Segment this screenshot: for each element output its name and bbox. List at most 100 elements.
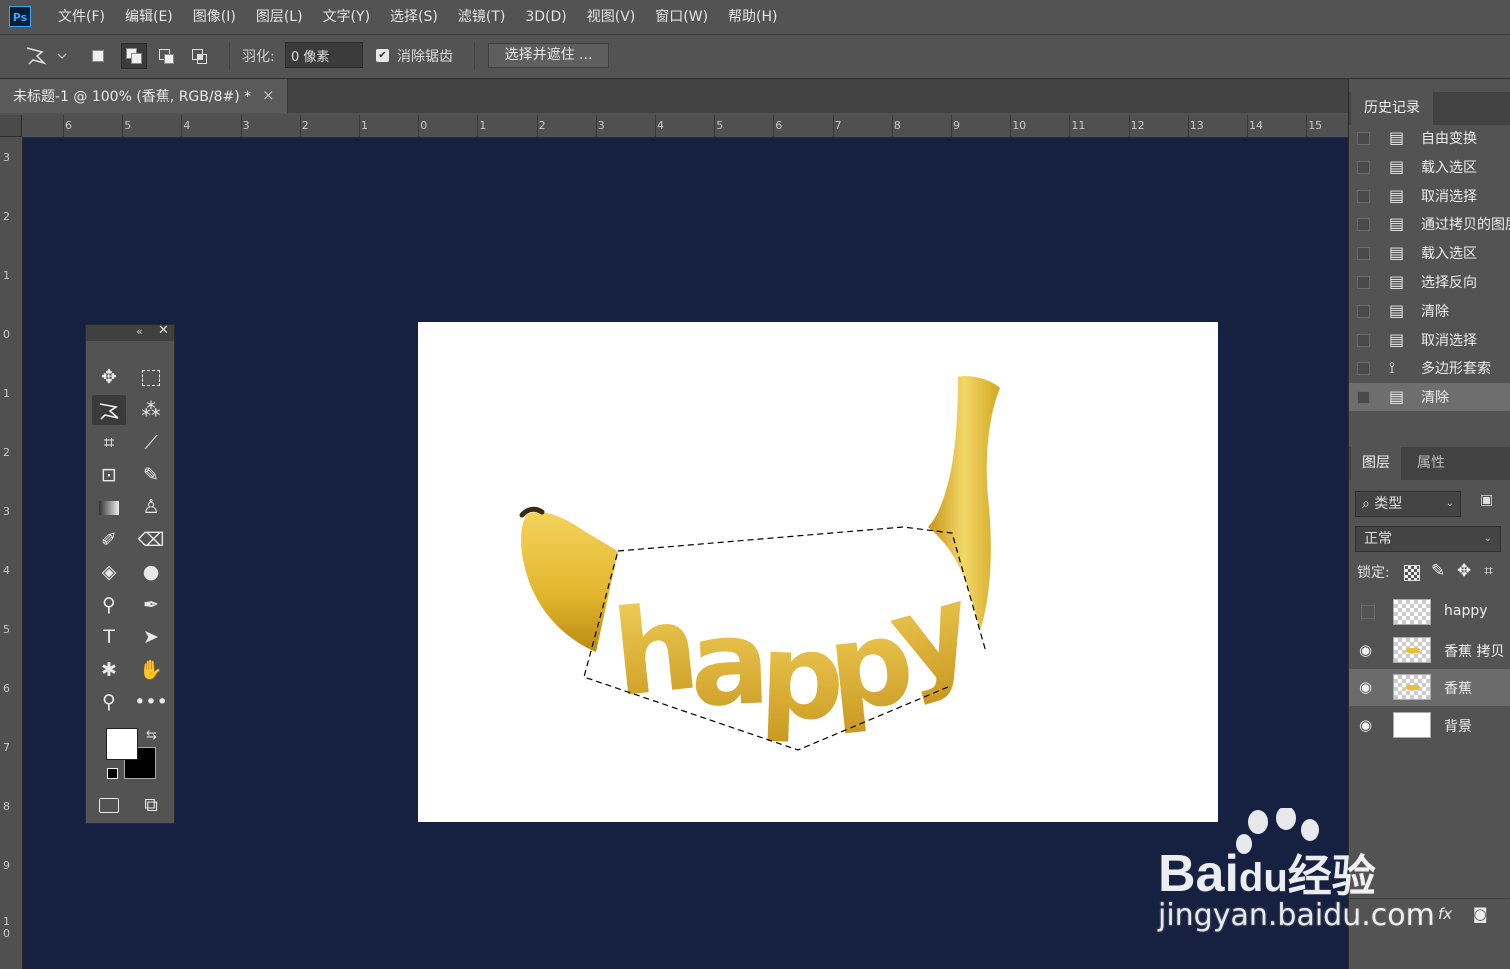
history-item[interactable]: ▤ 载入选区	[1349, 153, 1510, 181]
new-selection-button[interactable]	[86, 43, 110, 69]
menu-item[interactable]: 3D(D)	[515, 0, 576, 34]
crop-tool-icon[interactable]: ⌗	[92, 428, 126, 458]
menu-item[interactable]: 视图(V)	[577, 0, 646, 34]
image-filter-icon[interactable]: ▣	[1480, 492, 1498, 514]
polygonal-lasso-tool-icon[interactable]	[92, 395, 126, 425]
add-mask-icon[interactable]: ◙	[1473, 905, 1488, 923]
frame-tool-icon[interactable]: ⊡	[92, 460, 126, 490]
swap-colors-icon[interactable]: ⇆	[146, 728, 157, 743]
ruler-tick	[655, 115, 656, 137]
blend-mode-select[interactable]: 正常 ⌄	[1355, 526, 1501, 552]
layer-row[interactable]: happy	[1349, 594, 1510, 631]
history-item[interactable]: ▤ 清除	[1349, 383, 1510, 412]
vertical-ruler[interactable]: 321012345678910	[0, 137, 23, 969]
history-item[interactable]: ▤ 自由变换	[1349, 124, 1510, 152]
watermark-url: jingyan.baidu.com	[1158, 898, 1435, 933]
document-canvas[interactable]: h a p p y	[418, 322, 1218, 822]
layer-thumbnail	[1393, 711, 1431, 738]
menu-item[interactable]: 文件(F)	[48, 0, 115, 34]
history-snapshot-checkbox[interactable]	[1357, 160, 1370, 174]
menu-item[interactable]: 文字(Y)	[313, 0, 380, 34]
more-tools-icon[interactable]: •••	[134, 687, 168, 717]
eye-icon[interactable]: ◉	[1359, 678, 1372, 696]
menu-item[interactable]: 窗口(W)	[645, 0, 718, 34]
shape-tool-icon[interactable]: ✱	[92, 655, 126, 685]
layer-style-button[interactable]: fx	[1438, 905, 1452, 923]
marquee-tool-icon[interactable]	[134, 362, 168, 392]
eraser-tool-icon[interactable]: ⌫	[134, 525, 168, 555]
polygonal-lasso-tool-preset-icon[interactable]	[24, 45, 68, 72]
visibility-toggle[interactable]	[1361, 605, 1375, 619]
lock-transparency-icon[interactable]	[1404, 565, 1420, 581]
toolbox-header[interactable]: « ✕	[86, 323, 174, 341]
ruler-tick-label: 2	[538, 119, 546, 132]
history-item[interactable]: ▤ 取消选择	[1349, 182, 1510, 210]
history-snapshot-checkbox[interactable]	[1357, 333, 1370, 347]
eye-icon[interactable]: ◉	[1359, 641, 1372, 659]
history-snapshot-checkbox[interactable]	[1357, 247, 1370, 261]
menu-item[interactable]: 编辑(E)	[115, 0, 183, 34]
magic-wand-tool-icon[interactable]: ⁂	[134, 395, 168, 425]
lock-artboard-icon[interactable]: ⌗	[1484, 561, 1493, 581]
pen-tool-icon[interactable]: ✒	[134, 590, 168, 620]
feather-input[interactable]: 0 像素	[285, 42, 363, 68]
eyedropper-tool-icon[interactable]: ⟋	[134, 428, 168, 458]
collapse-icon[interactable]: «	[136, 325, 143, 338]
brush-tool-icon[interactable]: ✎	[134, 460, 168, 490]
ruler-tick	[773, 115, 775, 137]
menu-item[interactable]: 滤镜(T)	[448, 0, 515, 34]
intersect-selection-button[interactable]	[188, 43, 212, 69]
history-snapshot-checkbox[interactable]	[1357, 189, 1370, 203]
layer-kind-filter[interactable]: ⌕ 类型 ⌄	[1355, 491, 1461, 517]
layer-row[interactable]: ◉ 背景	[1349, 707, 1510, 744]
history-item[interactable]: ▤ 选择反向	[1349, 268, 1510, 296]
type-tool-icon[interactable]: T	[92, 622, 126, 652]
close-tab-icon[interactable]: ×	[262, 86, 275, 104]
quick-mask-icon[interactable]	[92, 790, 126, 820]
stamp-tool-icon[interactable]: ♙	[134, 492, 168, 522]
history-snapshot-checkbox[interactable]	[1357, 362, 1370, 376]
hand-tool-icon[interactable]: ✋	[134, 655, 168, 685]
tab-properties[interactable]: 属性	[1405, 447, 1457, 480]
history-snapshot-checkbox[interactable]	[1357, 276, 1370, 289]
ruler-origin[interactable]	[0, 115, 22, 137]
subtract-from-selection-button[interactable]	[155, 43, 179, 69]
blur-tool-icon[interactable]: ●	[134, 557, 168, 587]
select-and-mask-button[interactable]: 选择并遮住 ...	[488, 43, 609, 68]
history-item[interactable]: ▤ 通过拷贝的图层	[1349, 210, 1510, 238]
menu-item[interactable]: 图像(I)	[183, 0, 246, 34]
history-snapshot-checkbox[interactable]	[1357, 132, 1370, 145]
lock-position-icon[interactable]: ✥	[1457, 561, 1471, 581]
layer-row[interactable]: ◉ 香蕉	[1349, 669, 1510, 706]
default-colors-icon[interactable]	[107, 768, 118, 779]
history-item[interactable]: ▤ 载入选区	[1349, 239, 1510, 267]
gradient-tool-icon[interactable]	[92, 492, 126, 522]
zoom-tool-icon[interactable]: ⚲	[92, 687, 126, 717]
menu-item[interactable]: 帮助(H)	[718, 0, 787, 34]
add-to-selection-button[interactable]	[121, 43, 147, 69]
antialias-checkbox[interactable]: ✔	[376, 49, 389, 62]
screen-mode-icon[interactable]: ⧉	[134, 790, 168, 820]
path-selection-tool-icon[interactable]: ➤	[134, 622, 168, 652]
history-snapshot-checkbox[interactable]	[1357, 218, 1370, 232]
menu-item[interactable]: 图层(L)	[246, 0, 313, 34]
horizontal-ruler[interactable]: 6 5 4 3 2 1 0 1 2 3 4 5 6 7 8 9 10 11 12 13 14 15	[0, 115, 1348, 138]
history-item[interactable]: ▤ 取消选择	[1349, 326, 1510, 354]
close-icon[interactable]: ✕	[158, 323, 169, 338]
tab-history[interactable]: 历史记录	[1351, 92, 1433, 125]
layer-row[interactable]: ◉ 香蕉 拷贝	[1349, 632, 1510, 669]
history-item[interactable]: ⟟ 多边形套索	[1349, 354, 1510, 382]
eye-icon[interactable]: ◉	[1359, 716, 1372, 734]
move-tool-icon[interactable]: ✥	[92, 362, 126, 392]
dodge-tool-icon[interactable]: ⚲	[92, 590, 126, 620]
tab-layers[interactable]: 图层	[1351, 447, 1401, 480]
ruler-tick	[240, 115, 242, 137]
menu-item[interactable]: 选择(S)	[380, 0, 448, 34]
paint-bucket-tool-icon[interactable]: ◈	[92, 557, 126, 587]
lock-pixels-icon[interactable]: ✎	[1431, 561, 1445, 581]
history-snapshot-checkbox[interactable]	[1357, 304, 1370, 318]
history-item[interactable]: ▤ 清除	[1349, 297, 1510, 325]
history-brush-tool-icon[interactable]: ✐	[92, 525, 126, 555]
foreground-color-swatch[interactable]	[106, 728, 138, 760]
history-snapshot-checkbox[interactable]	[1357, 391, 1370, 405]
